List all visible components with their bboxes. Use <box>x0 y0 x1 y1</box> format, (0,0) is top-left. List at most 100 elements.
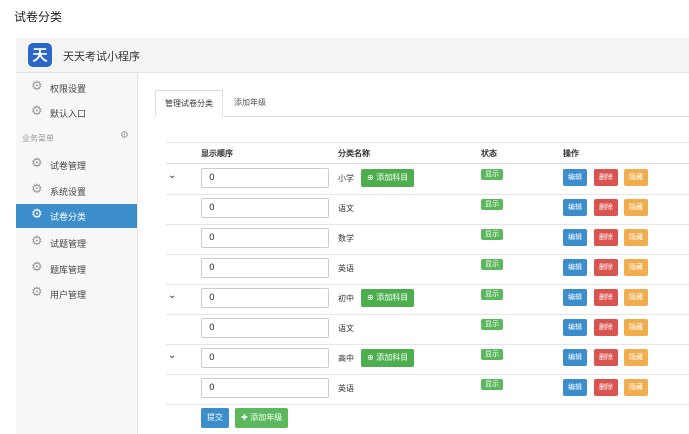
delete-button[interactable]: 删除 <box>594 259 618 276</box>
plus-circle-icon: ⊕ <box>367 353 377 362</box>
tab-manage-category[interactable]: 管理试卷分类 <box>155 90 223 117</box>
category-name: 语文 <box>338 324 354 333</box>
sidebar-item-label: 试题管理 <box>50 240 87 250</box>
sidebar-item-default-entry[interactable]: ⚙ 默认入口 <box>16 101 137 125</box>
gear-icon: ⚙ <box>31 79 43 94</box>
edit-button[interactable]: 编辑 <box>563 289 587 306</box>
header-order: 显示顺序 <box>201 149 233 158</box>
delete-button[interactable]: 删除 <box>594 199 618 216</box>
table-row: ⌄ 高中 ⊕ 添加科目 显示 编辑删除隐藏 <box>166 344 689 375</box>
edit-button[interactable]: 编辑 <box>563 199 587 216</box>
order-input[interactable] <box>201 198 329 218</box>
header-ops: 操作 <box>563 149 579 158</box>
gear-icon: ⚙ <box>31 182 43 197</box>
app-name: 天天考试小程序 <box>63 50 140 63</box>
edit-button[interactable]: 编辑 <box>563 319 587 336</box>
order-input[interactable] <box>201 228 329 248</box>
plus-icon: ✚ <box>241 413 251 422</box>
table-row: ⌄ 小学 ⊕ 添加科目 显示 编辑删除隐藏 <box>166 164 689 195</box>
table-header: 显示顺序 分类名称 状态 操作 <box>166 142 689 164</box>
hide-button[interactable]: 隐藏 <box>624 259 648 276</box>
sidebar-item-question-manage[interactable]: ⚙ 试题管理 <box>16 231 137 255</box>
chevron-down-icon[interactable]: ⌄ <box>168 170 176 181</box>
delete-button[interactable]: 删除 <box>594 379 618 396</box>
hide-button[interactable]: 隐藏 <box>624 169 648 186</box>
table-row: ⌄ 初中 ⊕ 添加科目 显示 编辑删除隐藏 <box>166 284 689 315</box>
edit-button[interactable]: 编辑 <box>563 379 587 396</box>
sidebar-section-label: 业务菜单 <box>22 134 54 143</box>
sidebar-item-bank-manage[interactable]: ⚙ 题库管理 <box>16 257 137 281</box>
sidebar: ⚙ 权限设置 ⚙ 默认入口 业务菜单 ⚙ ⚙ 试卷管理 ⚙ 系统设置 ⚙ 试卷分… <box>16 73 138 434</box>
order-input[interactable] <box>201 378 329 398</box>
add-grade-label: 添加年级 <box>250 413 283 422</box>
hide-button[interactable]: 隐藏 <box>624 289 648 306</box>
delete-button[interactable]: 删除 <box>594 289 618 306</box>
add-subject-button[interactable]: ⊕ 添加科目 <box>361 169 415 187</box>
chevron-down-icon[interactable]: ⌄ <box>168 350 176 361</box>
edit-button[interactable]: 编辑 <box>563 349 587 366</box>
sidebar-item-label: 用户管理 <box>50 291 87 301</box>
gear-icon: ⚙ <box>31 234 43 249</box>
edit-button[interactable]: 编辑 <box>563 259 587 276</box>
delete-button[interactable]: 删除 <box>594 229 618 246</box>
sidebar-item-label: 系统设置 <box>50 188 87 198</box>
sidebar-item-paper-category[interactable]: ⚙ 试卷分类 <box>16 204 137 228</box>
status-badge: 显示 <box>481 229 503 240</box>
table-row: 语文 显示 编辑删除隐藏 <box>166 194 689 225</box>
status-badge: 显示 <box>481 199 503 210</box>
category-name: 语文 <box>338 204 354 213</box>
header-status: 状态 <box>481 149 497 158</box>
sidebar-item-label: 权限设置 <box>50 85 87 95</box>
header-name: 分类名称 <box>338 149 370 158</box>
category-name: 初中 <box>338 294 354 303</box>
table-row: 语文 显示 编辑删除隐藏 <box>166 314 689 345</box>
app-logo: 天 <box>28 43 52 67</box>
hide-button[interactable]: 隐藏 <box>624 199 648 216</box>
status-badge: 显示 <box>481 289 503 300</box>
order-input[interactable] <box>201 348 329 368</box>
order-input[interactable] <box>201 288 329 308</box>
gear-icon: ⚙ <box>31 156 43 171</box>
status-badge: 显示 <box>481 169 503 180</box>
sidebar-item-label: 默认入口 <box>50 110 87 120</box>
order-input[interactable] <box>201 258 329 278</box>
add-subject-label: 添加科目 <box>376 353 409 362</box>
delete-button[interactable]: 删除 <box>594 349 618 366</box>
status-badge: 显示 <box>481 349 503 360</box>
edit-button[interactable]: 编辑 <box>563 169 587 186</box>
order-input[interactable] <box>201 168 329 188</box>
status-badge: 显示 <box>481 259 503 270</box>
hide-button[interactable]: 隐藏 <box>624 229 648 246</box>
add-subject-button[interactable]: ⊕ 添加科目 <box>361 349 415 367</box>
sidebar-item-user-manage[interactable]: ⚙ 用户管理 <box>16 282 137 306</box>
gear-icon[interactable]: ⚙ <box>120 130 129 141</box>
add-subject-button[interactable]: ⊕ 添加科目 <box>361 289 415 307</box>
category-name: 英语 <box>338 384 354 393</box>
gear-icon: ⚙ <box>31 260 43 275</box>
hide-button[interactable]: 隐藏 <box>624 379 648 396</box>
hide-button[interactable]: 隐藏 <box>624 319 648 336</box>
order-input[interactable] <box>201 318 329 338</box>
tab-add-grade[interactable]: 添加年级 <box>225 90 275 115</box>
sidebar-item-label: 试卷分类 <box>50 213 87 223</box>
tab-bar: 管理试卷分类 添加年级 <box>155 90 689 117</box>
submit-button[interactable]: 提交 <box>201 408 229 428</box>
hide-button[interactable]: 隐藏 <box>624 349 648 366</box>
gear-icon: ⚙ <box>31 104 43 119</box>
sidebar-item-system-settings[interactable]: ⚙ 系统设置 <box>16 179 137 203</box>
delete-button[interactable]: 删除 <box>594 319 618 336</box>
status-badge: 显示 <box>481 319 503 330</box>
add-subject-label: 添加科目 <box>376 293 409 302</box>
table-row: 数学 显示 编辑删除隐藏 <box>166 224 689 255</box>
chevron-down-icon[interactable]: ⌄ <box>168 290 176 301</box>
app-header: 天 天天考试小程序 <box>16 38 689 73</box>
category-name: 数学 <box>338 234 354 243</box>
table-row: 英语 显示 编辑删除隐藏 <box>166 254 689 285</box>
add-grade-button[interactable]: ✚ 添加年级 <box>235 408 289 428</box>
edit-button[interactable]: 编辑 <box>563 229 587 246</box>
sidebar-item-paper-manage[interactable]: ⚙ 试卷管理 <box>16 153 137 177</box>
status-badge: 显示 <box>481 379 503 390</box>
delete-button[interactable]: 删除 <box>594 169 618 186</box>
sidebar-item-permissions[interactable]: ⚙ 权限设置 <box>16 76 137 100</box>
category-name: 英语 <box>338 264 354 273</box>
